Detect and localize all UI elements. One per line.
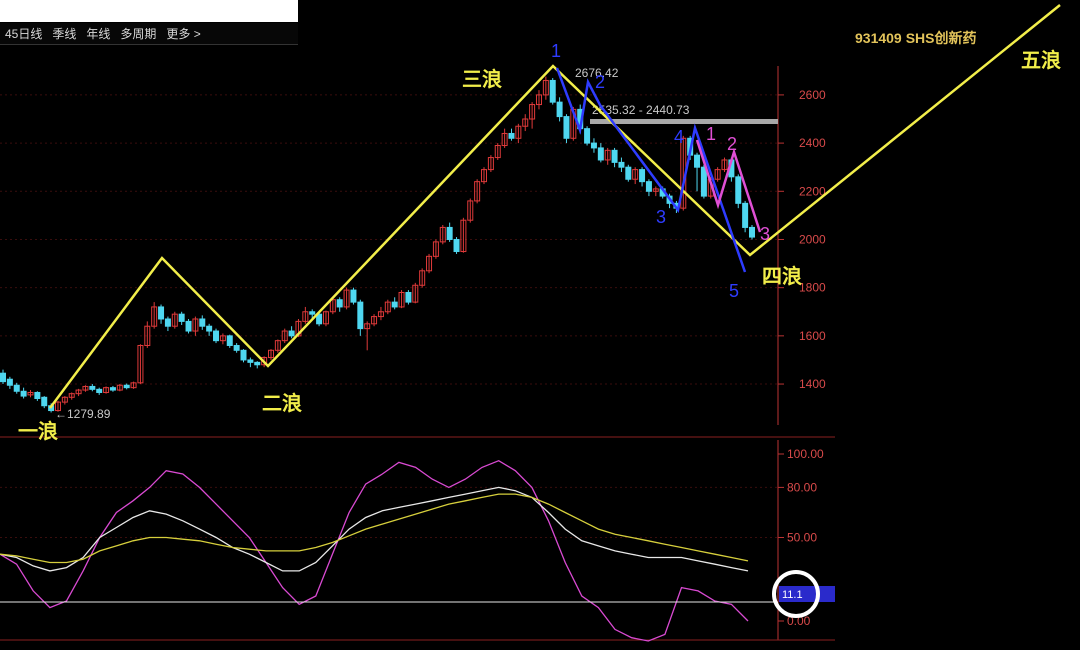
candle-body [240,349,247,361]
candle-body [645,181,652,192]
low-annotation: ←1279.89 [55,407,111,421]
candle-body [639,169,646,183]
candle-body [247,359,254,363]
pink-wave-3-label: 3 [760,224,770,244]
price-axis-ticks: 1400160018002000220024002600 [778,88,826,391]
wave-1-label: 一浪 [18,419,58,443]
candle-body [109,387,116,391]
wave-4-label: 四浪 [762,264,802,288]
candle-body [597,147,604,161]
candle-body [405,291,412,303]
candle-body [0,372,6,383]
pink-wave-1-label: 1 [706,124,716,144]
price-tick-label: 2600 [799,88,826,102]
price-tick-label: 1800 [799,281,826,295]
candle-body [185,320,192,332]
candle-body [254,361,261,366]
price-tick-label: 1400 [799,377,826,391]
candle-body [625,166,632,180]
candle-body [749,226,755,238]
candle-body [357,301,364,330]
wave-5-label: 五浪 [1021,48,1061,72]
candle-body [34,391,41,399]
candle-body [178,313,185,322]
candle-body [446,226,453,240]
candle-body [549,79,556,103]
price-tick-label: 2000 [799,232,826,246]
candle-body [391,301,398,308]
indicator-tick-label: 80.00 [787,480,817,494]
range-bar [590,119,778,124]
candle-body [611,149,618,163]
candle-body [350,289,357,303]
candle-body [700,166,707,197]
candle-body [590,142,597,149]
indicator-tick-label: 100.00 [787,447,824,461]
candle-body [288,330,295,337]
candle-body [694,154,701,168]
indicator-tick-label: 50.00 [787,531,817,545]
candle-body [336,299,343,308]
blue-wave-3-label: 3 [656,207,666,227]
candle-body [742,202,749,228]
candle-body [6,378,13,386]
gridlines [0,94,778,538]
candle-body [233,344,240,351]
wave-2-label: 二浪 [262,391,302,415]
candle-body [453,238,460,253]
wave-3-label: 三浪 [462,67,502,91]
candle-body [618,161,625,168]
chart-canvas: 1400160018002000220024002600 100.0080.00… [0,4,1061,642]
candle-body [309,311,316,315]
candle-body [213,330,220,342]
elliott-wave-line [48,4,1061,409]
blue-wave-2-label: 2 [595,72,605,92]
oscillator-series-line [0,493,749,564]
price-tick-label: 1600 [799,329,826,343]
candle-body [199,318,206,327]
candle-body [735,176,742,204]
candle-body [508,132,515,139]
candlesticks [0,76,755,413]
candle-body [96,388,103,393]
candle-body [206,325,213,332]
price-tick-label: 2400 [799,136,826,150]
candle-body [164,318,171,327]
candle-body [158,306,165,320]
current-value-label: 11.1 [782,589,803,601]
oscillator-series-line [0,486,749,572]
pink-wave-2-label: 2 [727,134,737,154]
candle-body [584,128,591,144]
blue-wave-5-label: 5 [729,281,739,301]
blue-wave-4-label: 4 [674,127,684,147]
candle-body [20,390,27,397]
candle-body [13,384,20,392]
candle-body [89,385,96,390]
candle-body [123,384,130,389]
candle-body [226,335,233,346]
candle-body [556,101,563,118]
candle-body [41,396,48,407]
candle-body [563,116,570,139]
blue-wave-1-label: 1 [551,41,561,61]
